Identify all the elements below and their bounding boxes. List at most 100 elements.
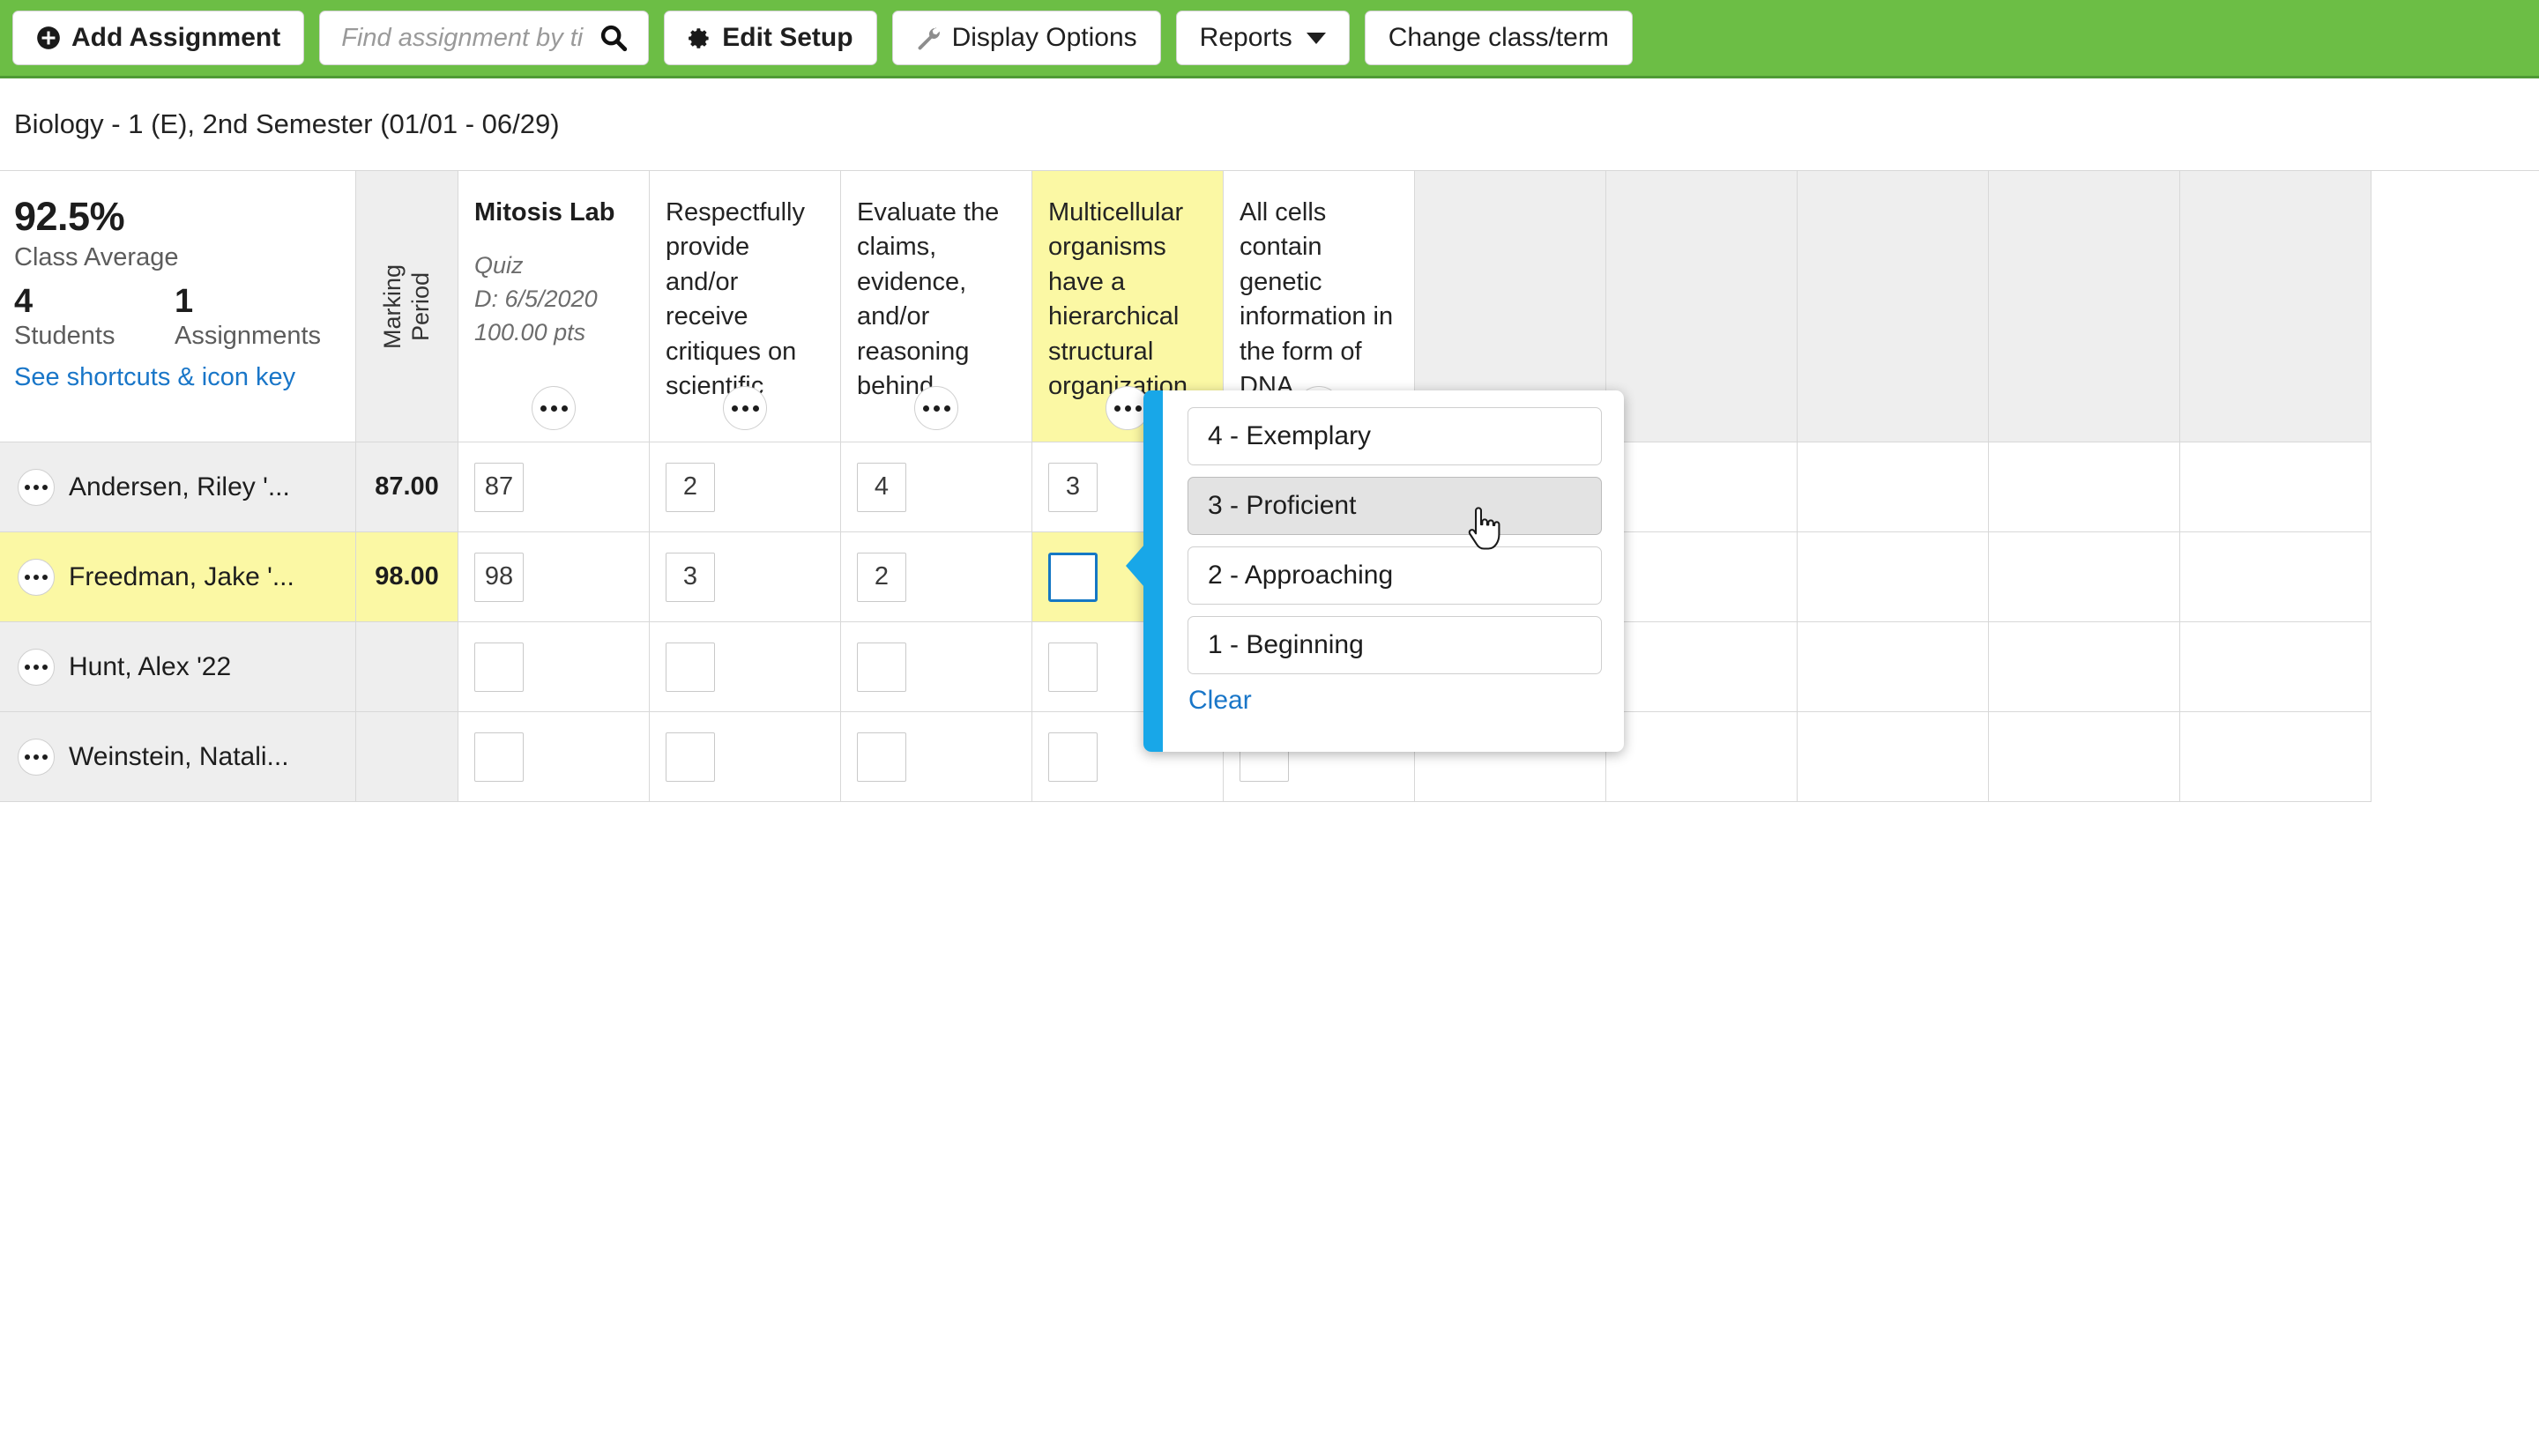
empty-grid-cell bbox=[1606, 442, 1798, 532]
assignment-options-ellipsis-icon[interactable] bbox=[723, 386, 767, 430]
student-options-ellipsis-icon[interactable] bbox=[18, 649, 55, 686]
add-assignment-label: Add Assignment bbox=[71, 23, 280, 53]
student-options-ellipsis-icon[interactable] bbox=[18, 739, 55, 776]
student-name-cell[interactable]: Freedman, Jake '... bbox=[0, 532, 356, 622]
grade-input[interactable]: 2 bbox=[857, 553, 906, 602]
grade-input[interactable]: 87 bbox=[474, 463, 524, 512]
empty-grid-cell bbox=[1798, 442, 1989, 532]
popup-options-list: 4 - Exemplary 3 - Proficient 2 - Approachi… bbox=[1163, 390, 1624, 752]
grade-input[interactable] bbox=[474, 732, 524, 782]
student-name: Hunt, Alex '22 bbox=[69, 652, 231, 682]
assignment-name: Multicellular organisms have a hierarchi… bbox=[1048, 196, 1207, 405]
assignment-points: 100.00 pts bbox=[474, 316, 633, 350]
grade-cell[interactable] bbox=[841, 622, 1032, 712]
grade-cell[interactable]: 98 bbox=[458, 532, 650, 622]
grade-input[interactable] bbox=[1048, 643, 1098, 692]
empty-grid-cell bbox=[1989, 442, 2180, 532]
gear-icon bbox=[688, 26, 711, 50]
student-name-cell[interactable]: Weinstein, Natali... bbox=[0, 712, 356, 802]
marking-period-cell bbox=[356, 622, 458, 712]
grade-input[interactable]: 4 bbox=[857, 463, 906, 512]
assignment-type: Quiz bbox=[474, 249, 633, 283]
grade-cell[interactable] bbox=[458, 712, 650, 802]
top-toolbar: Add Assignment Find assignment by ti Edi… bbox=[0, 0, 2539, 78]
search-placeholder: Find assignment by ti bbox=[341, 24, 599, 53]
grade-cell[interactable]: 3 bbox=[650, 532, 841, 622]
grade-cell[interactable]: 4 bbox=[841, 442, 1032, 532]
student-name-cell[interactable]: Hunt, Alex '22 bbox=[0, 622, 356, 712]
shortcuts-icon-key-link[interactable]: See shortcuts & icon key bbox=[14, 363, 355, 392]
empty-grid-cell bbox=[1798, 712, 1989, 802]
assignment-meta: QuizD: 6/5/2020100.00 pts bbox=[474, 249, 633, 349]
grade-option-4[interactable]: 4 - Exemplary bbox=[1188, 407, 1602, 465]
student-options-ellipsis-icon[interactable] bbox=[18, 559, 55, 596]
empty-column-header bbox=[1798, 171, 1989, 442]
search-icon[interactable] bbox=[599, 23, 629, 53]
grade-option-1[interactable]: 1 - Beginning bbox=[1188, 616, 1602, 674]
grade-input[interactable]: 98 bbox=[474, 553, 524, 602]
assignment-name: Evaluate the claims, evidence, and/or re… bbox=[857, 196, 1016, 405]
empty-grid-cell bbox=[1606, 622, 1798, 712]
assignment-column-header: Mitosis LabQuizD: 6/5/2020100.00 pts bbox=[458, 171, 650, 442]
popup-accent-bar bbox=[1143, 390, 1163, 752]
student-options-ellipsis-icon[interactable] bbox=[18, 469, 55, 506]
grade-cell[interactable]: 2 bbox=[650, 442, 841, 532]
student-name-cell[interactable]: Andersen, Riley '... bbox=[0, 442, 356, 532]
class-stats: 4 Students 1 Assignments bbox=[14, 285, 355, 351]
assignments-label: Assignments bbox=[175, 322, 321, 351]
assignment-column-header: Respectfully provide and/or receive crit… bbox=[650, 171, 841, 442]
grade-input[interactable] bbox=[666, 732, 715, 782]
class-average-value: 92.5% bbox=[14, 194, 355, 240]
reports-label: Reports bbox=[1200, 23, 1292, 53]
grade-cell[interactable] bbox=[841, 712, 1032, 802]
grade-cell[interactable]: 87 bbox=[458, 442, 650, 532]
marking-period-header: MarkingPeriod bbox=[356, 171, 458, 442]
grade-input[interactable] bbox=[1048, 553, 1098, 602]
grade-input[interactable] bbox=[474, 643, 524, 692]
grade-input[interactable]: 3 bbox=[666, 553, 715, 602]
empty-grid-cell bbox=[1606, 532, 1798, 622]
assignment-options-ellipsis-icon[interactable] bbox=[532, 386, 576, 430]
grade-cell[interactable] bbox=[650, 622, 841, 712]
grade-input[interactable] bbox=[666, 643, 715, 692]
marking-period-label: MarkingPeriod bbox=[379, 192, 436, 421]
reports-button[interactable]: Reports bbox=[1176, 11, 1350, 65]
grade-cell[interactable] bbox=[650, 712, 841, 802]
search-input[interactable]: Find assignment by ti bbox=[319, 11, 649, 65]
marking-period-cell bbox=[356, 712, 458, 802]
grade-selection-popup: 4 - Exemplary 3 - Proficient 2 - Approachi… bbox=[1143, 390, 1624, 752]
change-class-term-label: Change class/term bbox=[1389, 23, 1609, 53]
students-stat: 4 Students bbox=[14, 285, 175, 351]
assignment-column-header: Evaluate the claims, evidence, and/or re… bbox=[841, 171, 1032, 442]
empty-grid-cell bbox=[1798, 532, 1989, 622]
popup-arrow-icon bbox=[1126, 545, 1144, 587]
marking-period-cell: 87.00 bbox=[356, 442, 458, 532]
marking-period-cell: 98.00 bbox=[356, 532, 458, 622]
clear-grade-link[interactable]: Clear bbox=[1188, 686, 1602, 716]
display-options-button[interactable]: Display Options bbox=[892, 11, 1161, 65]
empty-grid-cell bbox=[2180, 712, 2371, 802]
assignments-stat: 1 Assignments bbox=[175, 285, 321, 351]
empty-grid-cell bbox=[2180, 442, 2371, 532]
grade-input[interactable] bbox=[1048, 732, 1098, 782]
empty-grid-cell bbox=[1606, 712, 1798, 802]
grade-option-2[interactable]: 2 - Approaching bbox=[1188, 546, 1602, 605]
grade-input[interactable] bbox=[857, 732, 906, 782]
grade-option-3[interactable]: 3 - Proficient bbox=[1188, 477, 1602, 535]
empty-grid-cell bbox=[1798, 622, 1989, 712]
grade-input[interactable]: 3 bbox=[1048, 463, 1098, 512]
edit-setup-button[interactable]: Edit Setup bbox=[664, 11, 876, 65]
grade-input[interactable]: 2 bbox=[666, 463, 715, 512]
add-assignment-button[interactable]: Add Assignment bbox=[12, 11, 304, 65]
grade-cell[interactable]: 2 bbox=[841, 532, 1032, 622]
empty-column-header bbox=[2180, 171, 2371, 442]
wrench-icon bbox=[916, 26, 942, 51]
grade-input[interactable] bbox=[857, 643, 906, 692]
empty-column-header bbox=[1989, 171, 2180, 442]
assignment-options-ellipsis-icon[interactable] bbox=[914, 386, 958, 430]
change-class-term-button[interactable]: Change class/term bbox=[1365, 11, 1633, 65]
assignment-name: All cells contain genetic information in… bbox=[1240, 196, 1398, 405]
grade-cell[interactable] bbox=[458, 622, 650, 712]
marking-period-score: 98.00 bbox=[375, 562, 439, 591]
plus-circle-icon bbox=[36, 26, 61, 50]
